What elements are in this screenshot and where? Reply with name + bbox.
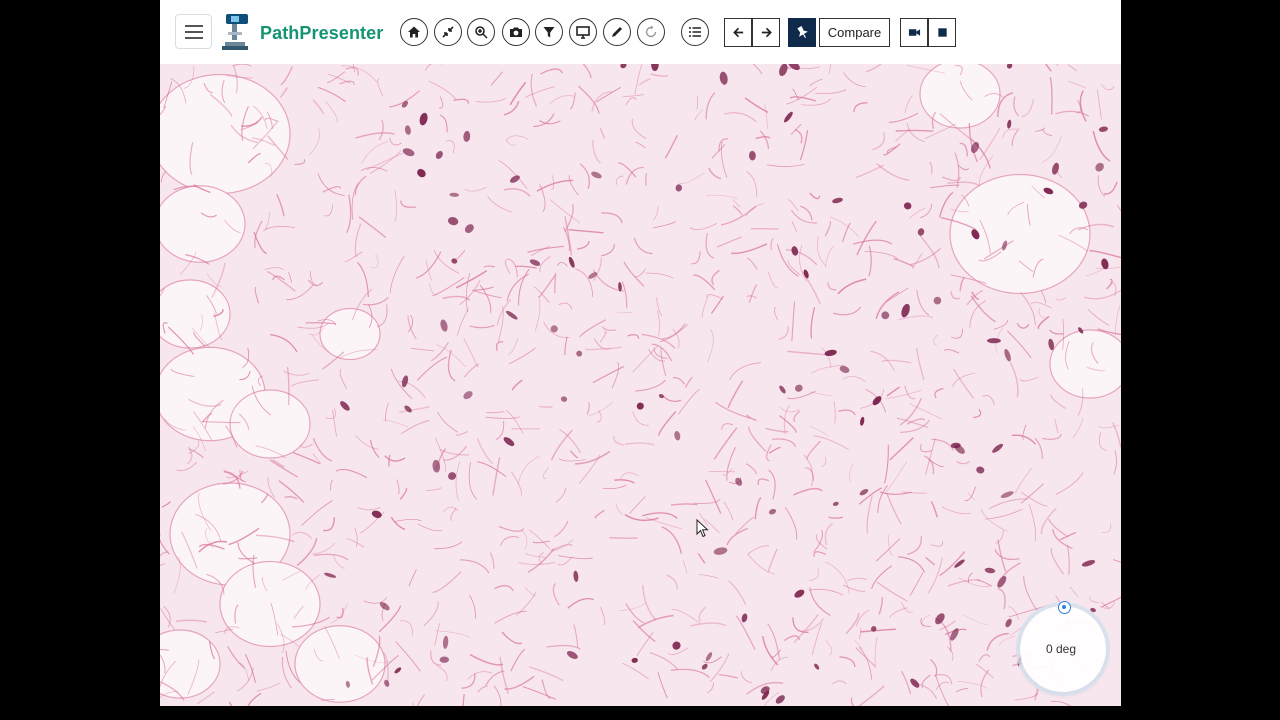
presentation-button[interactable] [569, 18, 597, 46]
slide-image-viewer[interactable] [160, 64, 1121, 706]
previous-slide-button[interactable] [724, 18, 752, 47]
rotate-button[interactable] [637, 18, 665, 46]
pin-icon [796, 26, 808, 39]
screenshot-button[interactable] [502, 18, 530, 46]
microscope-logo-icon [222, 14, 248, 50]
home-icon [408, 26, 420, 38]
brand-name: PathPresenter [260, 23, 384, 43]
zoom-icon [475, 26, 488, 39]
stop-icon [937, 28, 947, 37]
tissue-slide-image [160, 64, 1121, 706]
video-camera-icon [908, 29, 920, 36]
slide-viewer-app: PathPresenter Compare 0 deg [160, 0, 1121, 706]
record-video-button[interactable] [900, 18, 928, 47]
rotate-icon [645, 25, 657, 38]
filter-icon [543, 27, 555, 38]
rotation-label: 0 deg [1045, 642, 1077, 656]
arrow-left-icon [732, 27, 743, 38]
menu-button[interactable] [175, 14, 212, 49]
compare-button[interactable]: Compare [819, 18, 890, 47]
arrow-right-icon [761, 27, 772, 38]
rotation-handle[interactable] [1058, 601, 1071, 614]
camera-icon [510, 27, 522, 37]
annotate-button[interactable] [603, 18, 631, 46]
filter-button[interactable] [535, 18, 563, 46]
home-button[interactable] [400, 18, 428, 46]
stop-recording-button[interactable] [928, 18, 956, 47]
hamburger-menu-icon [185, 25, 203, 27]
fit-to-screen-button[interactable] [434, 18, 462, 46]
monitor-icon [576, 26, 590, 39]
rotation-dial[interactable]: 0 deg [1020, 606, 1106, 692]
slide-list-button[interactable] [681, 18, 709, 46]
pin-button[interactable] [788, 18, 816, 47]
fit-to-screen-icon [442, 26, 454, 38]
next-slide-button[interactable] [752, 18, 780, 47]
pencil-icon [612, 27, 622, 37]
toolbar: PathPresenter Compare [160, 0, 1121, 64]
list-icon [689, 27, 701, 37]
zoom-button[interactable] [467, 18, 495, 46]
